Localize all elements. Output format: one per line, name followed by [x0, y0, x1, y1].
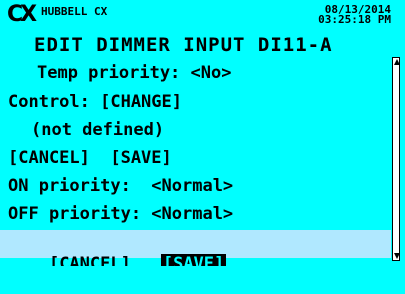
on-priority-option[interactable]: ON priority: <Normal> [8, 176, 233, 196]
datetime: 08/13/2014 03:25:18 PM [318, 4, 391, 26]
page-title: EDIT DIMMER INPUT DI11-A [34, 34, 333, 56]
scroll-up-icon[interactable] [394, 59, 400, 65]
scrollbar[interactable] [392, 57, 400, 261]
cx-logo: CX [7, 2, 37, 27]
control-status-text: (not defined) [31, 120, 165, 140]
temp-priority-option[interactable]: Temp priority: <No> [37, 63, 231, 83]
lcd-screen: CX HUBBELL CX 08/13/2014 03:25:18 PM EDI… [0, 0, 405, 294]
brand-label: HUBBELL CX [41, 5, 108, 18]
footer-area [0, 266, 405, 294]
scroll-down-icon[interactable] [394, 253, 400, 259]
control-change-option[interactable]: Control: [CHANGE] [8, 92, 182, 112]
off-priority-option[interactable]: OFF priority: <Normal> [8, 204, 233, 224]
time-text: 03:25:18 PM [318, 13, 391, 26]
cancel-save-row-1[interactable]: [CANCEL] [SAVE] [8, 148, 172, 168]
header: CX HUBBELL CX 08/13/2014 03:25:18 PM [0, 0, 405, 34]
